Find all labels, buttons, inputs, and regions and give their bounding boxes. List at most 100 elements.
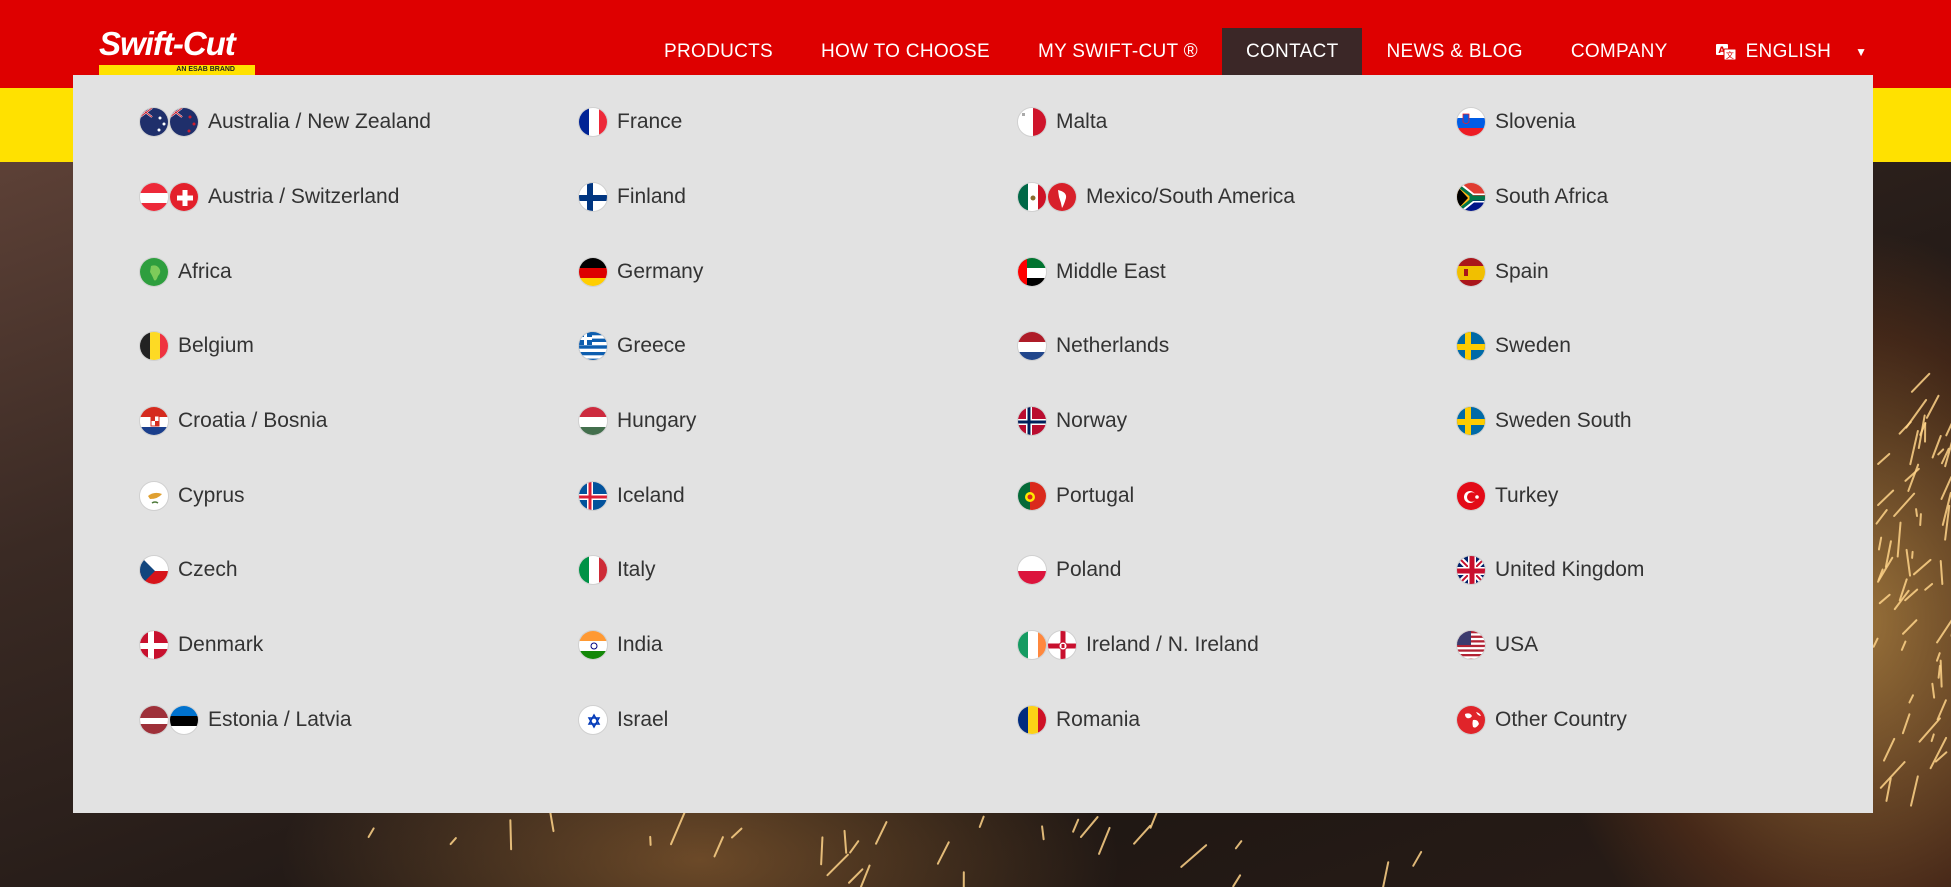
country-link[interactable]: Czech bbox=[139, 533, 578, 608]
country-link[interactable]: Africa bbox=[139, 234, 578, 309]
spark-decoration bbox=[1040, 825, 1045, 841]
country-label: Sweden bbox=[1495, 334, 1571, 358]
flag-me-icon bbox=[1017, 256, 1047, 287]
country-link[interactable]: Malta bbox=[1017, 85, 1456, 160]
spark-decoration bbox=[509, 819, 512, 851]
country-link[interactable]: Other Country bbox=[1456, 683, 1856, 758]
country-link[interactable]: Germany bbox=[578, 234, 1017, 309]
country-label: Malta bbox=[1056, 110, 1108, 134]
spark-decoration bbox=[1896, 521, 1902, 558]
spark-decoration bbox=[1411, 850, 1422, 867]
country-label: Middle East bbox=[1056, 259, 1166, 283]
spark-decoration bbox=[1893, 492, 1916, 518]
country-link[interactable]: France bbox=[578, 85, 1017, 160]
country-link[interactable]: Australia / New Zealand bbox=[139, 85, 578, 160]
flag-se-icon bbox=[1456, 331, 1486, 362]
country-link[interactable]: Norway bbox=[1017, 384, 1456, 459]
country-label: Greece bbox=[617, 334, 686, 358]
spark-decoration bbox=[1071, 818, 1080, 833]
country-link[interactable]: Italy bbox=[578, 533, 1017, 608]
country-link[interactable]: United Kingdom bbox=[1456, 533, 1856, 608]
country-link[interactable]: Ireland / N. Ireland bbox=[1017, 608, 1456, 683]
flag-group bbox=[578, 555, 608, 586]
country-link[interactable]: Croatia / Bosnia bbox=[139, 384, 578, 459]
country-label: Spain bbox=[1495, 259, 1549, 283]
site-logo[interactable]: Swift-Cut AN ESAB BRAND bbox=[99, 27, 255, 75]
country-link[interactable]: Cyprus bbox=[139, 458, 578, 533]
flag-group bbox=[1456, 107, 1486, 138]
country-link[interactable]: Estonia / Latvia bbox=[139, 683, 578, 758]
logo-subtext: AN ESAB BRAND bbox=[99, 65, 255, 75]
nav-news-blog[interactable]: NEWS & BLOG bbox=[1362, 28, 1546, 75]
spark-decoration bbox=[1918, 513, 1922, 526]
country-link[interactable]: South Africa bbox=[1456, 160, 1856, 235]
country-link[interactable]: Austria / Switzerland bbox=[139, 160, 578, 235]
flag-is-icon bbox=[578, 480, 608, 511]
spark-decoration bbox=[1923, 583, 1933, 592]
country-link[interactable]: India bbox=[578, 608, 1017, 683]
flag-mt-icon bbox=[1017, 107, 1047, 138]
spark-decoration bbox=[1908, 693, 1915, 704]
nav-products[interactable]: PRODUCTS bbox=[640, 28, 797, 75]
flag-dk-icon bbox=[139, 630, 169, 661]
country-link[interactable]: Israel bbox=[578, 683, 1017, 758]
nav-how-to-choose[interactable]: HOW TO CHOOSE bbox=[797, 28, 1014, 75]
flag-za-icon bbox=[1456, 182, 1486, 213]
flag-ie-icon bbox=[1017, 630, 1047, 661]
spark-decoration bbox=[1878, 593, 1892, 605]
language-selector[interactable]: A文 ENGLISH ▼ bbox=[1692, 28, 1892, 75]
flag-pt-icon bbox=[1017, 480, 1047, 511]
flag-group bbox=[578, 630, 608, 661]
country-label: Portugal bbox=[1056, 483, 1135, 507]
spark-decoration bbox=[1910, 372, 1930, 393]
nav-company[interactable]: COMPANY bbox=[1547, 28, 1692, 75]
flag-group bbox=[578, 704, 608, 735]
country-link[interactable]: Iceland bbox=[578, 458, 1017, 533]
flag-cy-icon bbox=[139, 480, 169, 511]
flag-group bbox=[578, 480, 608, 511]
country-grid: Australia / New Zealand Austria / Switzer… bbox=[139, 85, 1856, 757]
flag-ch-icon bbox=[169, 182, 199, 213]
country-link[interactable]: USA bbox=[1456, 608, 1856, 683]
country-label: Czech bbox=[178, 558, 238, 582]
flag-group bbox=[1017, 480, 1047, 511]
spark-decoration bbox=[1911, 550, 1914, 560]
flag-group bbox=[1456, 331, 1486, 362]
country-label: Other Country bbox=[1495, 707, 1627, 731]
flag-hu-icon bbox=[578, 406, 608, 437]
country-label: Sweden South bbox=[1495, 409, 1632, 433]
country-label: Croatia / Bosnia bbox=[178, 409, 328, 433]
country-link[interactable]: Mexico/South America bbox=[1017, 160, 1456, 235]
country-link[interactable]: Denmark bbox=[139, 608, 578, 683]
country-link[interactable]: Middle East bbox=[1017, 234, 1456, 309]
nav-my-swift-cut[interactable]: MY SWIFT-CUT ® bbox=[1014, 28, 1222, 75]
nav-contact[interactable]: CONTACT bbox=[1221, 28, 1363, 75]
country-link[interactable]: Romania bbox=[1017, 683, 1456, 758]
country-link[interactable]: Sweden bbox=[1456, 309, 1856, 384]
country-link[interactable]: Hungary bbox=[578, 384, 1017, 459]
country-link[interactable]: Sweden South bbox=[1456, 384, 1856, 459]
flag-fi-icon bbox=[578, 182, 608, 213]
flag-no-icon bbox=[1017, 406, 1047, 437]
spark-decoration bbox=[1879, 761, 1906, 790]
country-link[interactable]: Spain bbox=[1456, 234, 1856, 309]
country-label: Norway bbox=[1056, 409, 1128, 433]
flag-group bbox=[139, 256, 169, 287]
flag-group bbox=[139, 331, 169, 362]
country-link[interactable]: Poland bbox=[1017, 533, 1456, 608]
country-link[interactable]: Belgium bbox=[139, 309, 578, 384]
flag-fr-icon bbox=[578, 107, 608, 138]
country-link[interactable]: Portugal bbox=[1017, 458, 1456, 533]
spark-decoration bbox=[820, 836, 824, 866]
country-link[interactable]: Finland bbox=[578, 160, 1017, 235]
country-link[interactable]: Netherlands bbox=[1017, 309, 1456, 384]
flag-hr-icon bbox=[139, 406, 169, 437]
country-link[interactable]: Greece bbox=[578, 309, 1017, 384]
spark-decoration bbox=[669, 810, 686, 846]
country-link[interactable]: Slovenia bbox=[1456, 85, 1856, 160]
flag-group bbox=[139, 182, 199, 213]
country-label: France bbox=[617, 110, 683, 134]
flag-in-icon bbox=[578, 630, 608, 661]
spark-decoration bbox=[449, 836, 458, 845]
country-link[interactable]: Turkey bbox=[1456, 458, 1856, 533]
